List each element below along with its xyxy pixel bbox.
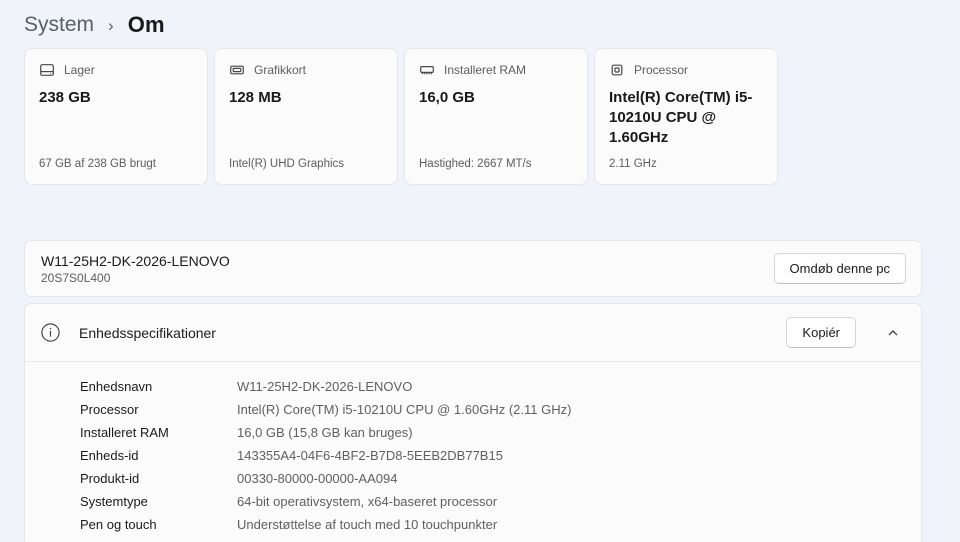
- storage-card-title: Lager: [64, 63, 95, 77]
- storage-card-footer: 67 GB af 238 GB brugt: [39, 158, 193, 170]
- spec-row-installed-ram: Installeret RAM 16,0 GB (15,8 GB kan bru…: [25, 421, 921, 444]
- graphics-card: Grafikkort 128 MB Intel(R) UHD Graphics: [214, 48, 398, 185]
- page-title: Om: [128, 12, 165, 38]
- processor-card-footer: 2.11 GHz: [609, 158, 763, 170]
- breadcrumb-system[interactable]: System: [24, 13, 94, 37]
- device-name: W11-25H2-DK-2026-LENOVO: [41, 253, 230, 269]
- breadcrumb: System › Om: [24, 0, 960, 48]
- ram-card: Installeret RAM 16,0 GB Hastighed: 2667 …: [404, 48, 588, 185]
- info-icon: [41, 323, 60, 342]
- graphics-card-footer: Intel(R) UHD Graphics: [229, 158, 383, 170]
- ram-icon: [419, 62, 435, 78]
- chevron-up-icon[interactable]: [882, 322, 904, 344]
- storage-card-value: 238 GB: [39, 88, 193, 108]
- storage-icon: [39, 62, 55, 78]
- processor-card-value: Intel(R) Core(TM) i5-10210U CPU @ 1.60GH…: [609, 88, 763, 148]
- spec-row-system-type: Systemtype 64-bit operativsystem, x64-ba…: [25, 490, 921, 513]
- device-specifications-expander[interactable]: Enhedsspecifikationer Kopiér: [25, 304, 921, 361]
- breadcrumb-separator-icon: ›: [108, 15, 114, 36]
- processor-card: Processor Intel(R) Core(TM) i5-10210U CP…: [594, 48, 778, 185]
- storage-card: Lager 238 GB 67 GB af 238 GB brugt: [24, 48, 208, 185]
- device-specifications-panel: Enhedsspecifikationer Kopiér Enhedsnavn …: [24, 303, 922, 542]
- device-specifications-title: Enhedsspecifikationer: [79, 325, 216, 341]
- summary-cards: Lager 238 GB 67 GB af 238 GB brugt Grafi…: [24, 48, 960, 185]
- spec-row-pen-touch: Pen og touch Understøttelse af touch med…: [25, 513, 921, 536]
- spec-row-product-id: Produkt-id 00330-80000-00000-AA094: [25, 467, 921, 490]
- ram-card-value: 16,0 GB: [419, 88, 573, 108]
- device-model: 20S7S0L400: [41, 271, 230, 285]
- spec-row-device-name: Enhedsnavn W11-25H2-DK-2026-LENOVO: [25, 375, 921, 398]
- spec-row-device-id: Enheds-id 143355A4-04F6-4BF2-B7D8-5EEB2D…: [25, 444, 921, 467]
- device-specifications-table: Enhedsnavn W11-25H2-DK-2026-LENOVO Proce…: [25, 362, 921, 542]
- graphics-card-value: 128 MB: [229, 88, 383, 108]
- spec-row-processor: Processor Intel(R) Core(TM) i5-10210U CP…: [25, 398, 921, 421]
- graphics-card-title: Grafikkort: [254, 63, 306, 77]
- settings-about-page: System › Om Lager 238 GB 67 GB af 238 GB…: [0, 0, 960, 542]
- device-name-panel: W11-25H2-DK-2026-LENOVO 20S7S0L400 Omdøb…: [24, 240, 922, 297]
- processor-card-title: Processor: [634, 63, 688, 77]
- rename-pc-button[interactable]: Omdøb denne pc: [774, 253, 906, 284]
- gpu-icon: [229, 62, 245, 78]
- cpu-icon: [609, 62, 625, 78]
- ram-card-title: Installeret RAM: [444, 63, 526, 77]
- ram-card-footer: Hastighed: 2667 MT/s: [419, 158, 573, 170]
- copy-button[interactable]: Kopiér: [786, 317, 856, 348]
